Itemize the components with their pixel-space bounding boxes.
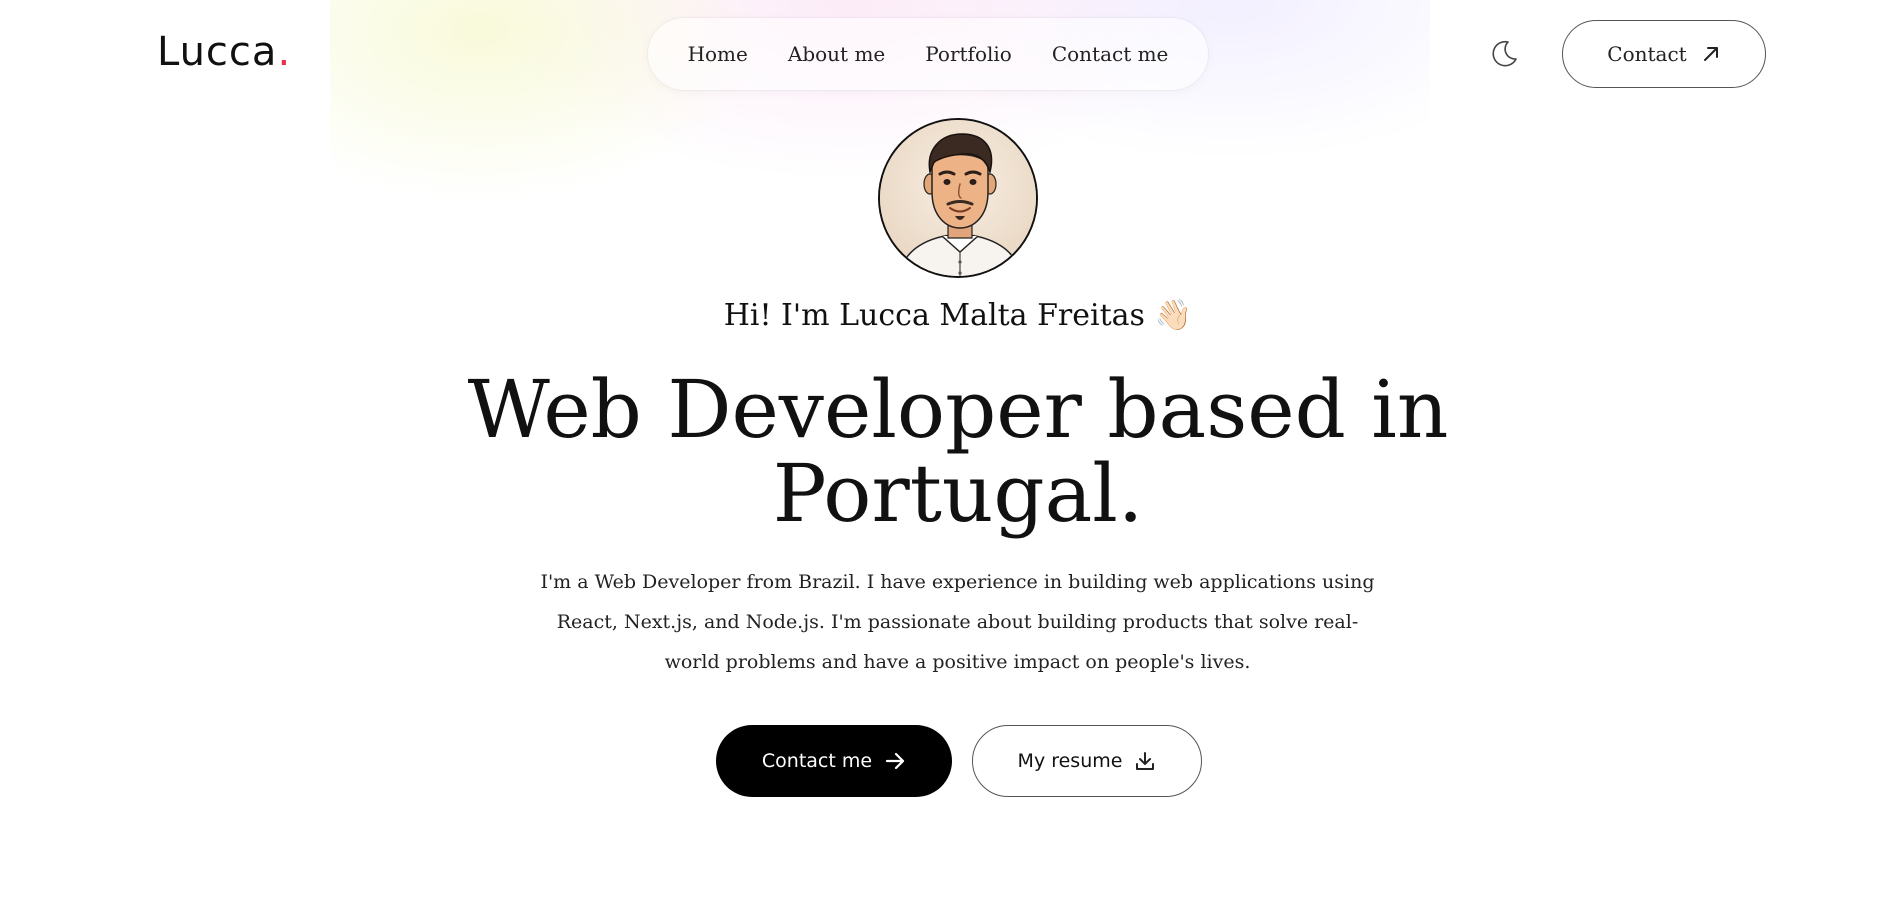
- headline-line-2: Portugal.: [772, 447, 1144, 540]
- greeting-text: Hi! I'm Lucca Malta Freitas: [723, 298, 1145, 333]
- hero-bio: I'm a Web Developer from Brazil. I have …: [540, 571, 1375, 673]
- hero-greeting: Hi! I'm Lucca Malta Freitas 👋🏻: [0, 298, 1900, 333]
- waving-hand-icon: 👋🏻: [1154, 298, 1193, 333]
- logo-text: Lucca: [157, 29, 278, 75]
- download-icon: [1136, 752, 1155, 770]
- my-resume-button[interactable]: My resume: [972, 725, 1202, 797]
- header-contact-button[interactable]: Contact: [1562, 20, 1766, 88]
- avatar: [878, 118, 1038, 278]
- contact-me-label: Contact me: [761, 750, 873, 772]
- arrow-right-icon: [885, 752, 905, 770]
- logo[interactable]: Lucca.: [157, 28, 291, 76]
- my-resume-label: My resume: [1017, 750, 1123, 772]
- arrow-up-right-icon: [1703, 47, 1718, 61]
- moon-icon: [1492, 40, 1517, 67]
- nav-item-contact-me[interactable]: Contact me: [1052, 42, 1169, 66]
- logo-dot: .: [277, 29, 292, 75]
- main-nav: Home About me Portfolio Contact me: [648, 18, 1208, 90]
- avatar-illustration: [880, 120, 1036, 276]
- theme-toggle-button[interactable]: [1486, 36, 1522, 72]
- contact-me-button[interactable]: Contact me: [716, 725, 952, 797]
- nav-item-about-me[interactable]: About me: [788, 42, 885, 66]
- headline-line-1: Web Developer based in: [467, 363, 1449, 456]
- nav-item-portfolio[interactable]: Portfolio: [925, 42, 1012, 66]
- hero-headline: Web Developer based in Portugal.: [0, 368, 1900, 536]
- nav-item-home[interactable]: Home: [688, 42, 748, 66]
- header-contact-label: Contact: [1607, 42, 1687, 66]
